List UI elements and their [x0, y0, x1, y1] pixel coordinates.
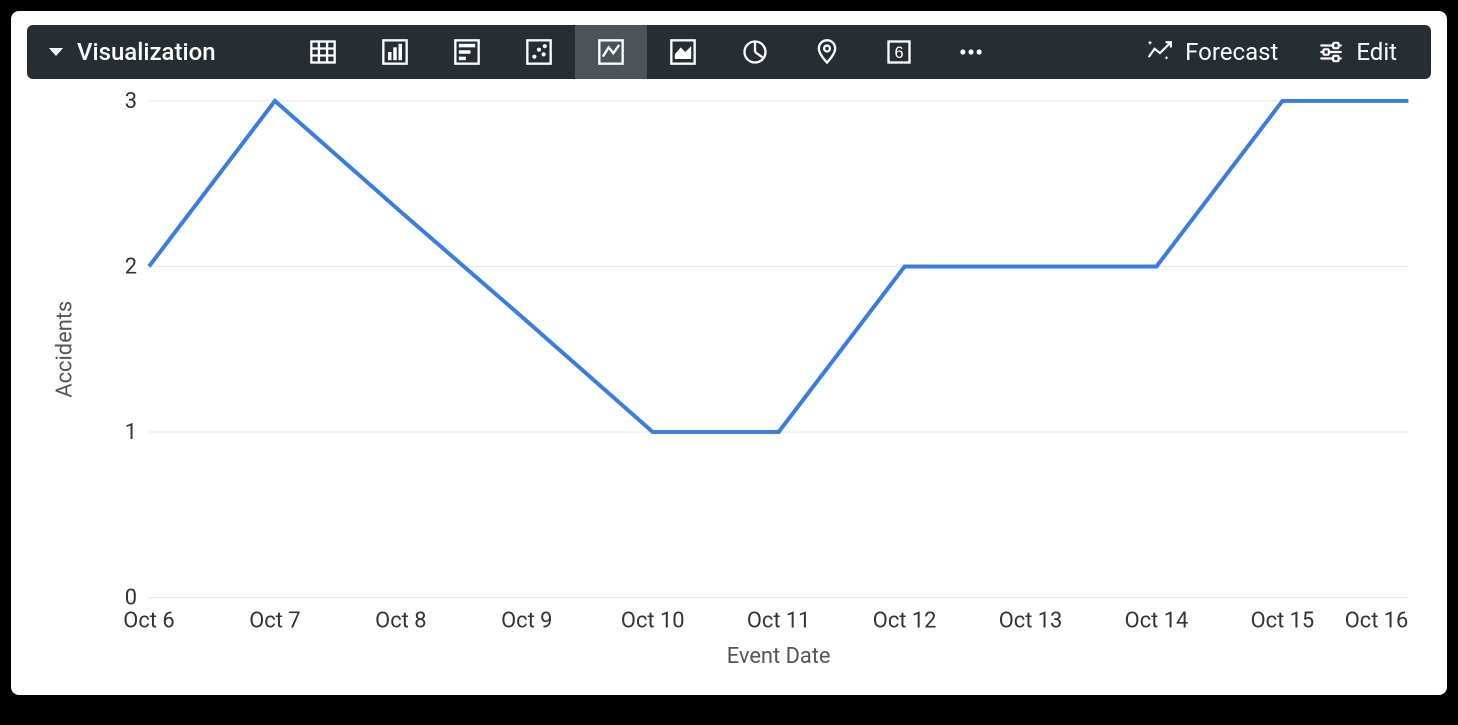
- line-chart: 0 1 2 3 Oct 6 Oct 7 Oct 8 Oct 9 Oct 10 Oct 11 Oct …: [27, 91, 1431, 677]
- single-value-chart-button[interactable]: 6: [863, 25, 935, 79]
- tune-icon: [1318, 39, 1344, 65]
- x-tick-label: Oct 11: [747, 608, 811, 633]
- scatter-icon: [525, 38, 553, 66]
- y-tick-label: 3: [125, 91, 137, 114]
- map-chart-button[interactable]: [791, 25, 863, 79]
- x-tick-label: Oct 16: [1345, 608, 1409, 633]
- table-chart-button[interactable]: [287, 25, 359, 79]
- x-tick-label: Oct 9: [501, 608, 552, 633]
- scatter-chart-button[interactable]: [503, 25, 575, 79]
- caret-down-icon: [49, 48, 63, 56]
- x-tick-label: Oct 15: [1251, 608, 1315, 633]
- panel-frame: Visualization 6 Forecast: [9, 9, 1449, 697]
- visualization-toolbar: Visualization 6 Forecast: [27, 25, 1431, 79]
- forecast-label: Forecast: [1185, 38, 1278, 66]
- bar-icon: [453, 38, 481, 66]
- chart-type-icons: 6: [287, 25, 1007, 79]
- line-icon: [597, 38, 625, 66]
- line-chart-button[interactable]: [575, 25, 647, 79]
- y-tick-label: 0: [125, 585, 137, 610]
- edit-button[interactable]: Edit: [1318, 38, 1397, 66]
- x-tick-label: Oct 6: [123, 608, 174, 633]
- svg-text:6: 6: [894, 44, 903, 62]
- x-tick-label: Oct 10: [621, 608, 685, 633]
- column-icon: [381, 38, 409, 66]
- y-tick-label: 2: [125, 254, 137, 279]
- forecast-button[interactable]: Forecast: [1147, 38, 1278, 66]
- bar-chart-button[interactable]: [431, 25, 503, 79]
- more-icon: [957, 38, 985, 66]
- y-axis-label: Accidents: [52, 301, 77, 398]
- forecast-icon: [1147, 39, 1173, 65]
- visualization-dropdown[interactable]: Visualization: [27, 38, 287, 66]
- x-tick-label: Oct 14: [1125, 608, 1189, 633]
- area-chart-button[interactable]: [647, 25, 719, 79]
- x-axis-label: Event Date: [727, 644, 831, 669]
- more-chart-button[interactable]: [935, 25, 1007, 79]
- table-icon: [309, 38, 337, 66]
- single-value-icon: 6: [885, 38, 913, 66]
- x-tick-label: Oct 8: [375, 608, 426, 633]
- x-tick-label: Oct 13: [999, 608, 1063, 633]
- toolbar-right: Forecast Edit: [1147, 38, 1431, 66]
- x-tick-label: Oct 7: [249, 608, 300, 633]
- toolbar-title: Visualization: [77, 38, 216, 66]
- chart-area: 0 1 2 3 Oct 6 Oct 7 Oct 8 Oct 9 Oct 10 Oct 11 Oct …: [27, 91, 1431, 677]
- y-tick-label: 1: [125, 420, 137, 445]
- column-chart-button[interactable]: [359, 25, 431, 79]
- pie-chart-button[interactable]: [719, 25, 791, 79]
- map-icon: [813, 38, 841, 66]
- x-tick-label: Oct 12: [873, 608, 937, 633]
- area-icon: [669, 38, 697, 66]
- edit-label: Edit: [1356, 38, 1397, 66]
- pie-icon: [741, 38, 769, 66]
